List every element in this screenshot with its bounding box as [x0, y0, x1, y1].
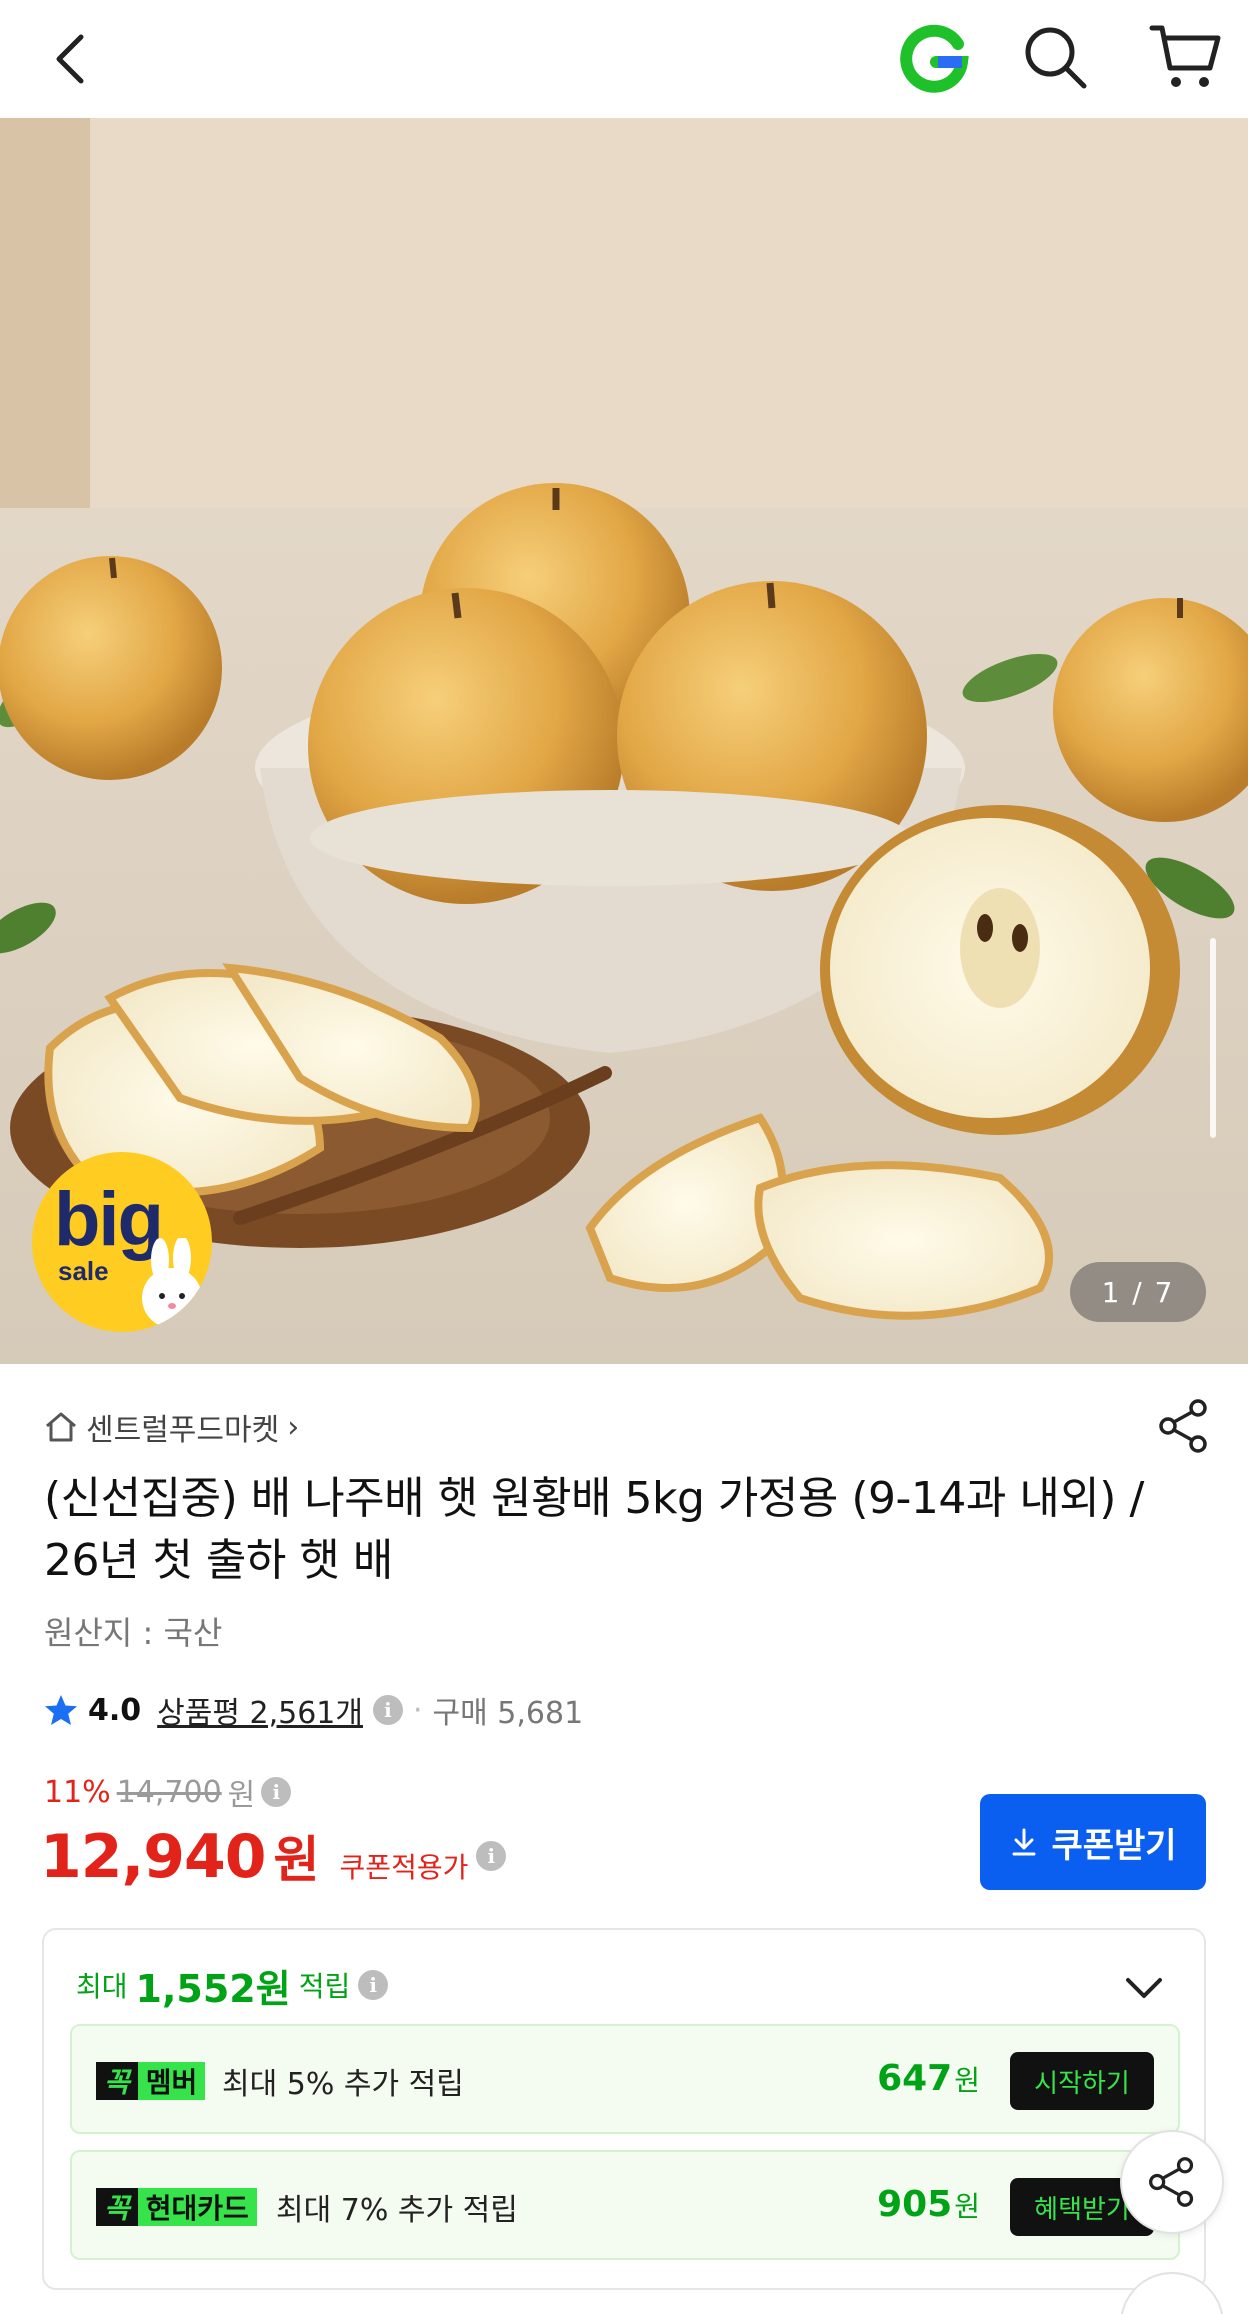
final-price-row: 12,940 원 쿠폰적용가 i [40, 1820, 507, 1892]
rewards-max-label: 최대 [76, 1970, 128, 2003]
rewards-accumulate-label: 적립 [298, 1970, 351, 2003]
reward-row-member: 꼭 멤버 최대 5% 추가 적립 647 원 시작하기 [70, 2024, 1180, 2134]
reward-amount: 905 [877, 2184, 953, 2225]
reward-desc: 최대 7% 추가 적립 [276, 2193, 518, 2228]
gallery-counter: 1 / 7 [1070, 1262, 1206, 1322]
product-image-gallery[interactable] [0, 118, 1248, 1364]
reward-row-card: 꼭 현대카드 최대 7% 추가 적립 905 원 혜택받기 [70, 2150, 1180, 2260]
rating-row: 4.0 상품평 2,561개 i · 구매 5,681 [44, 1686, 583, 1734]
start-button[interactable]: 시작하기 [1010, 2052, 1154, 2110]
chevron-right-icon: › [287, 1409, 300, 1445]
rewards-header[interactable]: 최대 1,552원 적립 i [76, 1960, 389, 2011]
original-price-unit: 원 [227, 1778, 256, 1813]
reviews-link[interactable]: 상품평 2,561개 [157, 1688, 363, 1732]
reward-unit: 원 [954, 2064, 980, 2097]
reward-amount: 647 [877, 2058, 953, 2099]
card-tag: 꼭 현대카드 [96, 2188, 257, 2226]
top-bar [0, 0, 1248, 118]
rewards-panel: 최대 1,552원 적립 i 꼭 멤버 최대 5% 추가 적립 647 원 시작… [42, 1928, 1206, 2290]
original-price-row: 11% 14,700 원 i [44, 1772, 292, 1813]
share-button[interactable] [1156, 1398, 1212, 1454]
coupon-price-label: 쿠폰적용가 [339, 1851, 469, 1884]
rating-score: 4.0 [88, 1692, 142, 1728]
cart-icon [1149, 25, 1221, 87]
original-price: 14,700 [116, 1774, 222, 1810]
badge-sale-text: sale [58, 1256, 109, 1286]
rewards-info-icon[interactable]: i [358, 1970, 389, 2000]
member-tag: 꼭 멤버 [96, 2062, 206, 2100]
rabbit-icon [142, 1238, 202, 1328]
reward-desc: 최대 5% 추가 적립 [222, 2067, 464, 2102]
reward-unit: 원 [954, 2190, 980, 2223]
floating-share-button[interactable] [1120, 2130, 1224, 2234]
big-sale-badge: big sale [32, 1152, 212, 1332]
purchase-count: 구매 5,681 [432, 1696, 584, 1731]
final-price: 12,940 [40, 1822, 267, 1892]
seller-link[interactable]: 센트럴푸드마켓 › [44, 1404, 299, 1450]
home-icon [46, 1412, 76, 1442]
discount-rate: 11% [44, 1774, 111, 1810]
reward-value: 647 원 [877, 2058, 980, 2102]
gallery-scroll-indicator [1210, 938, 1216, 1138]
product-photo [0, 118, 1248, 1364]
seller-name: 센트럴푸드마켓 [86, 1413, 280, 1448]
tag-k: 꼭 [96, 2188, 138, 2226]
separator-dot: · [412, 1692, 423, 1728]
share-icon [1149, 2157, 1194, 2207]
rewards-max-amount: 1,552원 [135, 1966, 291, 2011]
back-button[interactable] [36, 24, 106, 94]
product-origin: 원산지 : 국산 [44, 1614, 223, 1652]
coupon-button-label: 쿠폰받기 [1051, 1825, 1177, 1866]
download-icon [1012, 1828, 1036, 1856]
final-price-unit: 원 [273, 1831, 320, 1889]
share-icon [1159, 1399, 1207, 1453]
coupon-info-icon[interactable]: i [476, 1841, 507, 1871]
reviews-info-icon[interactable]: i [372, 1695, 403, 1725]
g-logo-icon[interactable] [898, 22, 970, 94]
search-icon [1025, 27, 1087, 89]
chevron-left-icon [56, 34, 84, 84]
reward-value: 905 원 [877, 2184, 980, 2228]
rewards-toggle[interactable] [1120, 1964, 1168, 2012]
get-coupon-button[interactable]: 쿠폰받기 [980, 1794, 1206, 1890]
tag-text: 현대카드 [137, 2188, 257, 2226]
tag-text: 멤버 [137, 2062, 206, 2100]
cart-button[interactable] [1148, 20, 1224, 96]
tag-k: 꼭 [96, 2062, 138, 2100]
star-icon [45, 1695, 77, 1725]
product-title: (신선집중) 배 나주배 햇 원황배 5kg 가정용 (9-14과 내외) / … [44, 1473, 1144, 1586]
chevron-down-icon [1126, 1978, 1162, 1998]
search-button[interactable] [1020, 22, 1092, 94]
price-info-icon[interactable]: i [261, 1777, 292, 1807]
